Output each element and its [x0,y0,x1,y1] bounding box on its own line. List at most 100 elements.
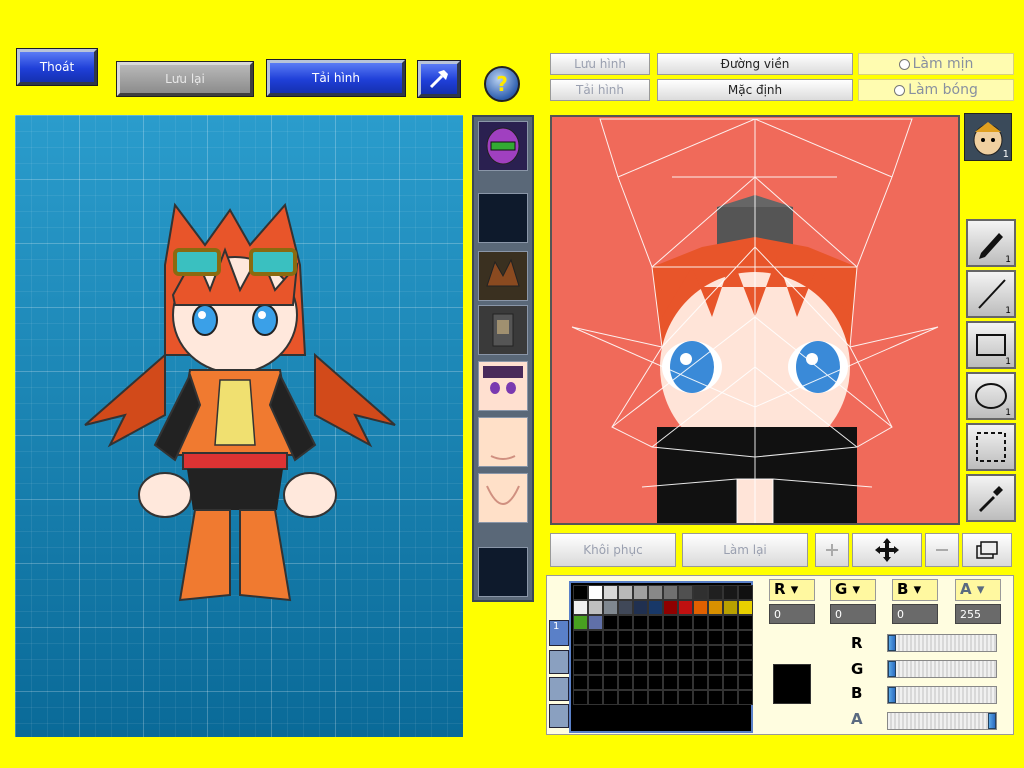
smooth-option[interactable]: Làm mịn [858,53,1014,75]
palette-swatch[interactable] [663,600,678,615]
palette-swatch[interactable] [618,585,633,600]
palette-swatch[interactable] [723,585,738,600]
shading-radio[interactable] [894,84,906,96]
character-preview[interactable] [15,115,463,737]
palette-swatch[interactable] [618,675,633,690]
selection-tool[interactable] [966,423,1016,471]
load-image-button[interactable]: Tải hình [550,79,650,101]
palette-swatch[interactable] [693,585,708,600]
palette-swatch[interactable] [603,645,618,660]
palette-swatch[interactable] [678,600,693,615]
palette-swatch[interactable] [708,615,723,630]
palette-swatch[interactable] [603,600,618,615]
b-slider[interactable] [887,686,997,704]
palette-swatch[interactable] [738,615,753,630]
palette-swatch[interactable] [588,600,603,615]
part-slot-outfit[interactable] [478,305,528,355]
palette-swatch[interactable] [603,675,618,690]
palette-swatch[interactable] [678,615,693,630]
palette-swatch[interactable] [738,600,753,615]
palette-swatch[interactable] [708,690,723,705]
b-slider-knob[interactable] [888,687,896,703]
part-slot-body[interactable] [478,417,528,467]
a-slider-knob[interactable] [988,713,996,729]
palette-swatch[interactable] [663,690,678,705]
palette-swatch[interactable] [588,675,603,690]
palette-swatch[interactable] [633,645,648,660]
palette-swatch[interactable] [618,690,633,705]
palette-swatch[interactable] [723,615,738,630]
palette-swatch[interactable] [633,675,648,690]
palette-swatch[interactable] [738,585,753,600]
palette-swatch[interactable] [648,600,663,615]
palette-swatch[interactable] [618,645,633,660]
palette-swatch[interactable] [603,615,618,630]
shading-option[interactable]: Làm bóng [858,79,1014,101]
palette-swatch[interactable] [708,630,723,645]
palette-swatch[interactable] [633,690,648,705]
palette-swatch[interactable] [648,690,663,705]
palette-tab-1[interactable]: 1 [549,620,569,646]
palette-swatch[interactable] [618,615,633,630]
palette-swatch[interactable] [678,675,693,690]
palette-swatch[interactable] [723,645,738,660]
r-value-input[interactable]: 0 [769,604,815,624]
palette-swatch[interactable] [603,660,618,675]
palette-swatch[interactable] [648,645,663,660]
part-slot-empty-2[interactable] [478,547,528,597]
palette-swatch[interactable] [573,660,588,675]
zoom-in-button[interactable] [815,533,849,567]
zoom-out-button[interactable] [925,533,959,567]
palette-swatch[interactable] [738,660,753,675]
g-slider-knob[interactable] [888,661,896,677]
palette-swatch[interactable] [588,660,603,675]
palette-swatch[interactable] [678,585,693,600]
palette-swatch[interactable] [618,630,633,645]
palette-swatch[interactable] [738,690,753,705]
palette-swatch[interactable] [693,600,708,615]
palette-swatch[interactable] [573,690,588,705]
palette-swatch[interactable] [708,600,723,615]
palette-swatch[interactable] [633,630,648,645]
r-slider-knob[interactable] [888,635,896,651]
palette-swatch[interactable] [678,690,693,705]
restore-button[interactable]: Khôi phục [550,533,676,567]
pen-tool[interactable]: 1 [966,219,1016,267]
palette-swatch[interactable] [693,690,708,705]
palette-swatch[interactable] [633,660,648,675]
a-value-input[interactable]: 255 [955,604,1001,624]
palette-swatch[interactable] [633,615,648,630]
layer-button[interactable] [962,533,1012,567]
palette-swatch[interactable] [588,690,603,705]
outline-button[interactable]: Đường viền [657,53,853,75]
palette-swatch[interactable] [678,630,693,645]
exit-button[interactable]: Thoát [16,48,98,86]
palette-swatch[interactable] [723,600,738,615]
g-slider[interactable] [887,660,997,678]
palette-swatch[interactable] [648,615,663,630]
palette-swatch[interactable] [633,600,648,615]
palette-swatch[interactable] [738,675,753,690]
palette-grid[interactable] [569,581,753,733]
part-slot-chin[interactable] [478,473,528,523]
palette-swatch[interactable] [663,585,678,600]
palette-swatch[interactable] [648,675,663,690]
palette-swatch[interactable] [663,675,678,690]
ellipse-tool[interactable]: 1 [966,372,1016,420]
hammer-button[interactable] [417,60,461,98]
palette-swatch[interactable] [723,690,738,705]
a-slider[interactable] [887,712,997,730]
b-value-input[interactable]: 0 [892,604,938,624]
face-thumbnail[interactable]: 1 [964,113,1012,161]
r-slider[interactable] [887,634,997,652]
move-button[interactable] [852,533,922,567]
palette-swatch[interactable] [618,660,633,675]
palette-swatch[interactable] [678,645,693,660]
palette-swatch[interactable] [588,585,603,600]
palette-tab-3[interactable] [549,677,569,701]
reload-button[interactable]: Tải hình [266,59,406,97]
palette-swatch[interactable] [633,585,648,600]
palette-swatch[interactable] [693,615,708,630]
palette-swatch[interactable] [573,585,588,600]
palette-swatch[interactable] [603,585,618,600]
